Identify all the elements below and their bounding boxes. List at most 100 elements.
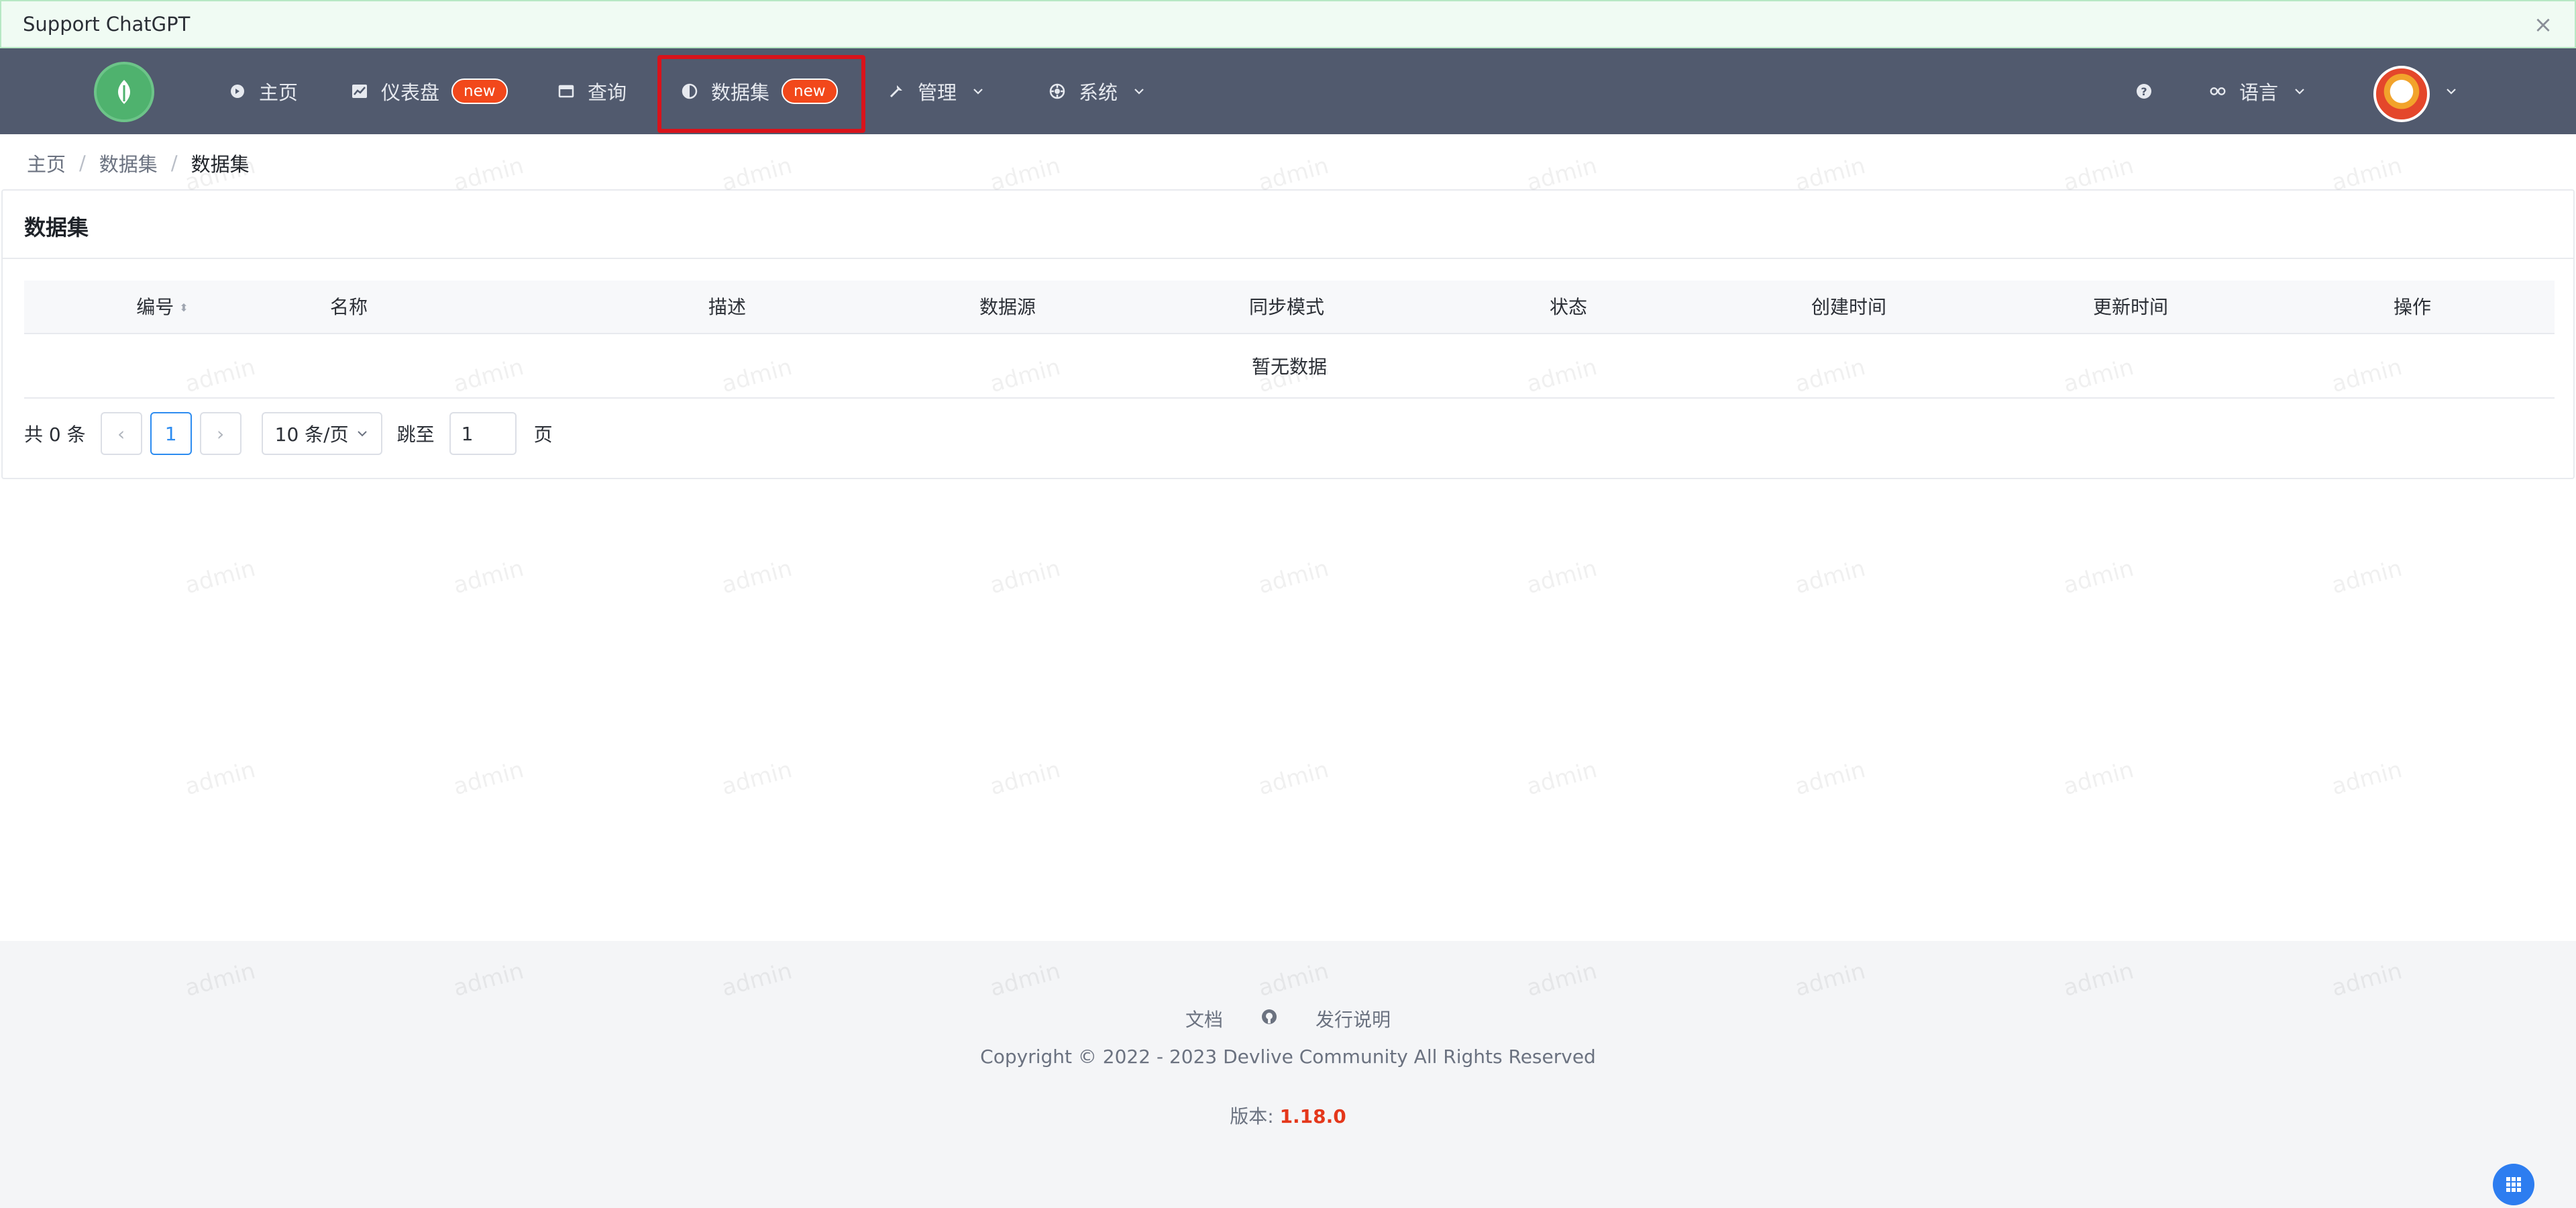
watermark-text: admin <box>987 756 1063 801</box>
docs-link[interactable]: 文档 <box>1185 1005 1223 1032</box>
watermark-text: admin <box>450 554 527 600</box>
logo[interactable] <box>94 62 154 122</box>
column-header-description: 描述 <box>708 296 747 318</box>
column-header-actions: 操作 <box>2393 296 2432 318</box>
watermark-text: admin <box>1792 756 1868 801</box>
nav-item-dataset[interactable]: 数据集 new <box>680 48 838 134</box>
query-icon <box>557 82 576 101</box>
version-label: 版本: <box>1230 1105 1280 1127</box>
column-header-status: 状态 <box>1549 296 1588 318</box>
breadcrumb-separator: / <box>170 152 178 174</box>
help-icon: ? <box>2135 82 2153 101</box>
chevron-down-icon <box>969 82 987 101</box>
support-alert-banner: Support ChatGPT × <box>0 0 2576 48</box>
avatar[interactable] <box>2373 66 2430 122</box>
nav-label-dataset: 数据集 <box>711 81 770 104</box>
chevron-down-icon <box>2290 82 2309 101</box>
watermark-text: admin <box>718 756 795 801</box>
language-label: 语言 <box>2239 81 2279 104</box>
top-navbar: 主页 仪表盘 new 查询 数据集 new 管理 系统 ? 语言 <box>0 48 2576 134</box>
dataset-card: 数据集 编号 ⬍ 名称 描述 数据源 同步模式 状态 创建时间 更新时间 操作 暂… <box>1 189 2575 479</box>
manage-icon <box>887 82 906 101</box>
watermark-text: admin <box>2060 756 2137 801</box>
breadcrumb: 主页 / 数据集 / 数据集 <box>27 149 250 177</box>
watermark-text: admin <box>2328 554 2405 600</box>
page-size-select[interactable]: 10 条/页 <box>261 412 382 455</box>
watermark-text: admin <box>2060 554 2137 600</box>
total-count: 共 0 条 <box>24 423 86 446</box>
grid-icon <box>2506 1177 2521 1192</box>
column-header-source: 数据源 <box>979 296 1036 318</box>
watermark-text: admin <box>1523 554 1600 600</box>
apps-grid-button[interactable] <box>2493 1164 2534 1205</box>
table-header: 编号 ⬍ 名称 描述 数据源 同步模式 状态 创建时间 更新时间 操作 <box>24 281 2555 334</box>
chevron-down-icon <box>2442 82 2461 101</box>
breadcrumb-home[interactable]: 主页 <box>27 149 66 177</box>
breadcrumb-current: 数据集 <box>191 153 250 176</box>
new-badge: new <box>451 79 508 104</box>
column-header-sync-mode: 同步模式 <box>1248 296 1325 318</box>
nav-item-query[interactable]: 查询 <box>557 48 627 134</box>
empty-state: 暂无数据 <box>24 334 2555 399</box>
language-icon <box>2208 82 2227 101</box>
column-header-name: 名称 <box>329 296 368 318</box>
svg-text:?: ? <box>2141 85 2147 98</box>
footer: 文档 发行说明 Copyright © 2022 - 2023 Devlive … <box>0 941 2576 1208</box>
dashboard-icon <box>350 82 369 101</box>
footer-links: 文档 发行说明 <box>0 1005 2576 1032</box>
watermark-text: admin <box>450 756 527 801</box>
chevron-down-icon <box>1130 82 1148 101</box>
column-header-updated: 更新时间 <box>2092 296 2169 318</box>
version-number: 1.18.0 <box>1279 1105 1346 1127</box>
release-notes-link[interactable]: 发行说明 <box>1316 1005 1391 1032</box>
home-icon <box>228 82 247 101</box>
page-title: 数据集 <box>24 215 89 240</box>
close-icon[interactable]: × <box>2532 13 2555 36</box>
system-icon <box>1048 82 1067 101</box>
chevron-down-icon <box>357 431 367 437</box>
jump-label: 跳至 <box>396 423 435 446</box>
nav-item-system[interactable]: 系统 <box>1048 48 1148 134</box>
copyright-text: Copyright © 2022 - 2023 Devlive Communit… <box>980 1046 1596 1068</box>
language-dropdown[interactable]: 语言 <box>2208 48 2309 134</box>
pagination: 共 0 条 ‹ 1 › 10 条/页 跳至 页 <box>24 412 553 455</box>
nav-label-dashboard: 仪表盘 <box>381 81 440 104</box>
breadcrumb-separator: / <box>79 152 86 174</box>
page-1-button[interactable]: 1 <box>150 412 192 455</box>
watermark-text: admin <box>718 554 795 600</box>
nav-item-home[interactable]: 主页 <box>228 48 298 134</box>
github-icon[interactable] <box>1260 1008 1278 1030</box>
watermark-text: admin <box>182 554 258 600</box>
watermark-text: admin <box>1523 756 1600 801</box>
watermark-text: admin <box>987 554 1063 600</box>
nav-item-manage[interactable]: 管理 <box>887 48 987 134</box>
help-button[interactable]: ? <box>2135 48 2153 134</box>
prev-page-button[interactable]: ‹ <box>100 412 142 455</box>
watermark-text: admin <box>2328 756 2405 801</box>
nav-label-system: 系统 <box>1079 81 1118 104</box>
column-label: 编号 <box>136 296 174 318</box>
sort-icon[interactable]: ⬍ <box>179 303 188 313</box>
watermark-text: admin <box>182 756 258 801</box>
watermark-text: admin <box>1792 554 1868 600</box>
jump-page-input[interactable] <box>449 412 517 455</box>
next-page-button[interactable]: › <box>199 412 241 455</box>
card-divider <box>3 258 2573 259</box>
version-info: 版本: 1.18.0 <box>0 1102 2576 1129</box>
nav-label-home: 主页 <box>259 81 299 104</box>
watermark-text: admin <box>1255 756 1332 801</box>
alert-text: Support ChatGPT <box>23 13 191 36</box>
page-suffix: 页 <box>533 423 553 446</box>
user-menu-chevron[interactable] <box>2442 48 2461 134</box>
nav-item-dashboard[interactable]: 仪表盘 new <box>350 48 508 134</box>
nav-label-manage: 管理 <box>918 81 957 104</box>
dataset-icon <box>680 82 699 101</box>
column-header-id[interactable]: 编号 ⬍ <box>136 281 188 334</box>
column-header-created: 创建时间 <box>1811 296 1887 318</box>
breadcrumb-dataset[interactable]: 数据集 <box>99 149 158 177</box>
page-size-value: 10 条/页 <box>274 423 349 446</box>
new-badge: new <box>782 79 838 104</box>
leaf-icon <box>118 80 130 104</box>
watermark-text: admin <box>1255 554 1332 600</box>
nav-label-query: 查询 <box>588 81 627 104</box>
